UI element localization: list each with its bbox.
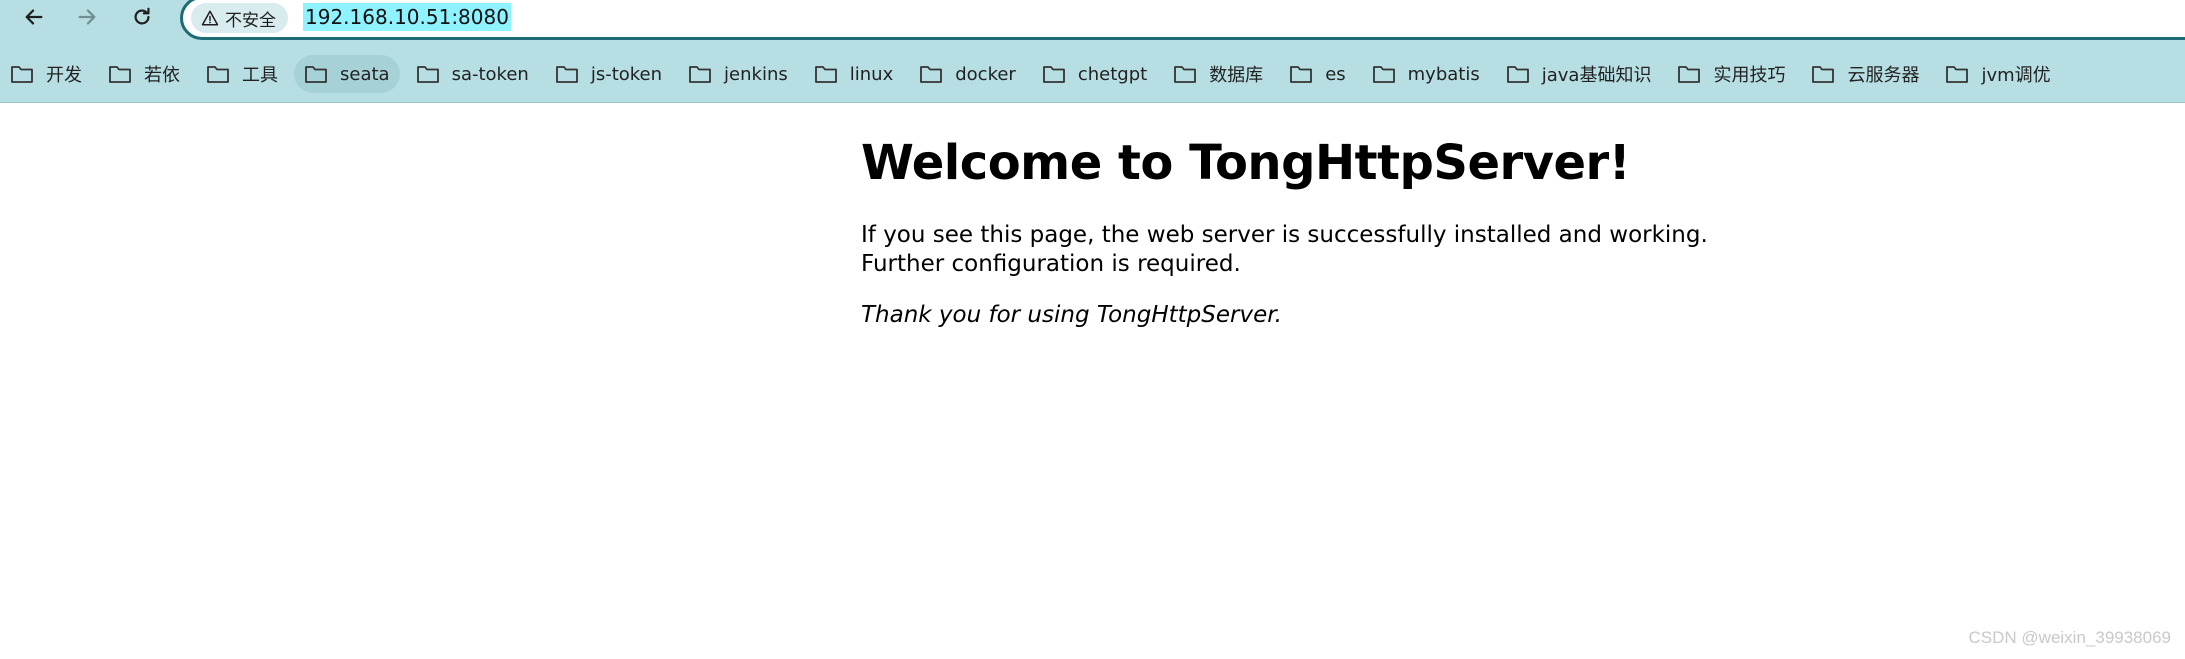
bookmark-label: jenkins: [724, 63, 788, 85]
folder-icon: [814, 66, 837, 83]
bookmark-label: 数据库: [1209, 65, 1264, 86]
page-title: Welcome to TongHttpServer!: [861, 135, 1631, 191]
bookmark-folder[interactable]: chetgpt: [1032, 55, 1157, 93]
folder-icon: [416, 66, 439, 83]
reload-icon: [134, 7, 150, 25]
bookmark-folder[interactable]: 开发: [0, 55, 92, 93]
page-content: Welcome to TongHttpServer! If you see th…: [861, 135, 1761, 352]
folder-icon: [1290, 66, 1313, 83]
folder-icon: [1506, 66, 1529, 83]
url-text[interactable]: 192.168.10.51:8080: [303, 3, 511, 31]
folder-icon: [11, 66, 33, 83]
warning-icon: [201, 10, 219, 26]
forward-button[interactable]: [67, 0, 107, 34]
bookmark-folder[interactable]: linux: [804, 55, 903, 93]
bookmark-label: sa-token: [451, 63, 529, 85]
folder-icon: [1946, 66, 1969, 83]
back-button[interactable]: [14, 0, 54, 34]
bookmark-label: 云服务器: [1847, 65, 1920, 86]
folder-icon: [689, 66, 711, 83]
bookmark-folder[interactable]: 若依: [98, 55, 190, 93]
arrow-right-icon: [78, 9, 96, 25]
address-bar[interactable]: 不安全 192.168.10.51:8080: [180, 0, 2185, 40]
bookmark-folder[interactable]: 云服务器: [1801, 55, 1929, 93]
folder-icon: [207, 66, 229, 83]
folder-icon: [109, 66, 131, 83]
bookmark-folder[interactable]: jenkins: [678, 55, 798, 93]
folder-icon: [305, 66, 327, 83]
bookmark-label: 实用技巧: [1713, 65, 1786, 86]
bookmark-label: 工具: [242, 65, 278, 86]
bookmark-folder[interactable]: seata: [294, 55, 400, 93]
thanks-message: Thank you for using TongHttpServer.: [861, 302, 1282, 328]
security-label: 不安全: [225, 10, 276, 31]
bookmark-folder[interactable]: docker: [909, 55, 1026, 93]
browser-toolbar: 不安全 192.168.10.51:8080 开发 若依 工具 seata sa…: [0, 0, 2185, 103]
folder-icon: [1678, 66, 1701, 83]
bookmark-folder[interactable]: js-token: [545, 55, 672, 93]
bookmark-label: js-token: [590, 63, 663, 85]
folder-icon: [555, 66, 578, 83]
bookmark-label: 若依: [144, 65, 180, 86]
bookmark-label: jvm调优: [1981, 65, 2051, 86]
folder-icon: [1042, 66, 1065, 83]
bookmark-label: seata: [340, 63, 390, 85]
folder-icon: [1372, 66, 1395, 83]
bookmark-label: mybatis: [1407, 63, 1480, 85]
security-indicator[interactable]: 不安全: [191, 3, 288, 33]
bookmark-folder[interactable]: es: [1279, 55, 1355, 93]
reload-button[interactable]: [122, 0, 162, 34]
folder-icon: [920, 66, 943, 83]
bookmark-label: docker: [955, 63, 1016, 85]
arrow-left-icon: [25, 9, 43, 25]
folder-icon: [1812, 66, 1835, 83]
bookmark-label: 开发: [46, 65, 82, 86]
status-paragraph: If you see this page, the web server is …: [861, 222, 1708, 277]
bookmarks-bar: 开发 若依 工具 seata sa-token js-token jenkins: [0, 54, 2067, 94]
bookmark-folder[interactable]: java基础知识: [1496, 55, 1662, 93]
bookmark-label: java基础知识: [1541, 65, 1652, 86]
bookmark-label: linux: [849, 63, 894, 85]
bookmark-folder[interactable]: jvm调优: [1935, 55, 2060, 93]
bookmark-folder[interactable]: 工具: [196, 55, 288, 93]
bookmark-label: chetgpt: [1077, 63, 1148, 85]
bookmark-label: es: [1325, 63, 1346, 85]
watermark: CSDN @weixin_39938069: [1968, 628, 2171, 647]
bookmark-folder[interactable]: 实用技巧: [1667, 55, 1795, 93]
folder-icon: [1174, 66, 1197, 83]
bookmark-folder[interactable]: mybatis: [1362, 55, 1490, 93]
bookmark-folder[interactable]: 数据库: [1163, 55, 1273, 93]
bookmark-folder[interactable]: sa-token: [406, 55, 539, 93]
